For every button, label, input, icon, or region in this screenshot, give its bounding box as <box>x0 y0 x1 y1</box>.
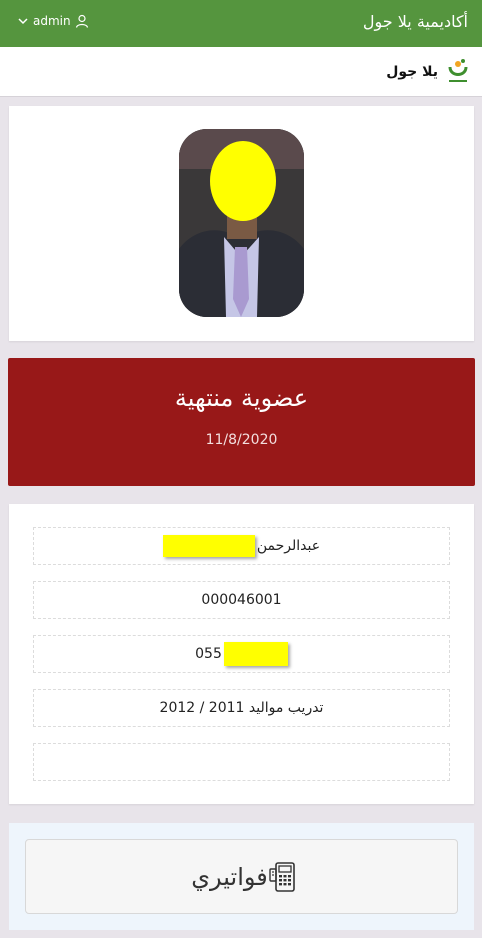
member-id: 000046001 <box>201 592 282 608</box>
invoices-section: فواتيري <box>9 823 474 930</box>
user-icon <box>75 14 88 28</box>
member-info-card: عبدالرحمن 000046001 055 تدريب مواليد 201… <box>9 504 474 804</box>
user-menu-label: admin <box>33 14 71 28</box>
redacted-phone <box>223 642 288 666</box>
member-phone-prefix: 055 <box>195 646 222 662</box>
profile-photo-card <box>9 106 474 341</box>
redacted-name <box>162 535 255 557</box>
membership-status: عضوية منتهية <box>174 384 309 412</box>
member-phone-field: 055 <box>33 635 450 673</box>
member-name-prefix: عبدالرحمن <box>256 538 321 554</box>
member-id-field: 000046001 <box>33 581 450 619</box>
chevron-down-icon <box>18 18 28 25</box>
member-program: تدريب مواليد 2011 / 2012 <box>159 700 324 716</box>
member-extra-field <box>33 743 450 781</box>
membership-date: 11/8/2020 <box>205 432 278 448</box>
user-menu[interactable]: admin <box>17 14 89 28</box>
profile-photo <box>179 129 304 317</box>
top-app-bar: admin أكاديمية يلا جول <box>0 0 482 47</box>
my-invoices-button[interactable]: فواتيري <box>25 839 458 914</box>
brand-bar: يلا جول <box>0 47 482 97</box>
profile-photo-image <box>179 129 304 317</box>
membership-status-card: عضوية منتهية 11/8/2020 <box>8 358 475 486</box>
academy-logo-icon <box>448 59 468 82</box>
member-name-field: عبدالرحمن <box>33 527 450 565</box>
my-invoices-label: فواتيري <box>191 862 268 891</box>
brand-name: يلا جول <box>386 64 438 80</box>
app-title: أكاديمية يلا جول <box>362 12 468 31</box>
member-program-field: تدريب مواليد 2011 / 2012 <box>33 689 450 727</box>
invoice-terminal-icon <box>269 861 295 892</box>
